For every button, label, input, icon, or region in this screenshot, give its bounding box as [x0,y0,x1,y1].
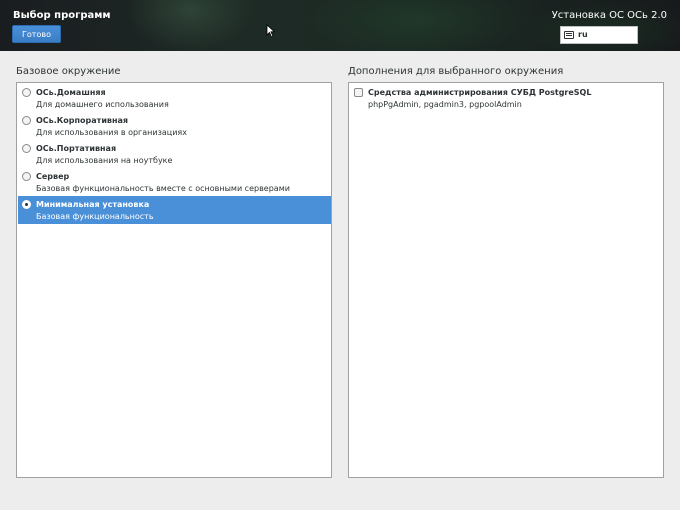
keyboard-layout-label: ru [578,30,588,39]
done-button[interactable]: Готово [12,25,61,43]
mouse-pointer-icon [266,24,276,38]
addon-name: Средства администрирования СУБД PostgreS… [368,88,592,97]
radio-button-selected[interactable] [22,200,31,209]
option-name: Минимальная установка [36,200,150,209]
environment-option-portable[interactable]: ОСь.Портативная Для использования на ноу… [18,140,331,168]
base-environment-label: Базовое окружение [16,66,121,77]
option-name: ОСь.Корпоративная [36,116,129,125]
option-description: Для использования на ноутбуке [36,156,173,165]
page-title: Выбор программ [13,10,111,21]
base-environment-list: ОСь.Домашняя Для домашнего использования… [16,82,332,478]
keyboard-icon [564,31,574,39]
option-name: ОСь.Домашняя [36,88,106,97]
option-name: Сервер [36,172,70,181]
option-description: Для использования в организациях [36,128,187,137]
radio-button[interactable] [22,88,31,97]
header-bar: Выбор программ Готово Установка ОС ОСь 2… [0,0,680,51]
environment-option-corporate[interactable]: ОСь.Корпоративная Для использования в ор… [18,112,331,140]
addons-label: Дополнения для выбранного окружения [348,66,564,77]
addons-list: Средства администрирования СУБД PostgreS… [348,82,664,478]
environment-option-minimal[interactable]: Минимальная установка Базовая функционал… [18,196,331,224]
option-name: ОСь.Портативная [36,144,117,153]
radio-button[interactable] [22,144,31,153]
addon-option-postgresql-admin[interactable]: Средства администрирования СУБД PostgreS… [350,84,663,112]
installer-title: Установка ОС ОСь 2.0 [551,10,667,21]
checkbox[interactable] [354,88,363,97]
addon-description: phpPgAdmin, pgadmin3, pgpoolAdmin [368,100,522,109]
radio-button[interactable] [22,172,31,181]
radio-button[interactable] [22,116,31,125]
option-description: Базовая функциональность вместе с основн… [36,184,290,193]
option-description: Для домашнего использования [36,100,169,109]
environment-option-server[interactable]: Сервер Базовая функциональность вместе с… [18,168,331,196]
keyboard-layout-indicator[interactable]: ru [560,26,638,44]
environment-option-home[interactable]: ОСь.Домашняя Для домашнего использования [18,84,331,112]
option-description: Базовая функциональность [36,212,154,221]
